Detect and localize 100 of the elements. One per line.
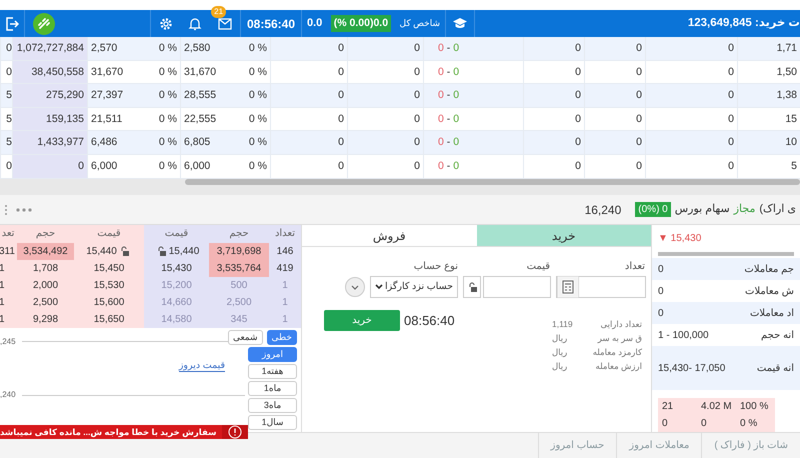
table-cell: 0 % (248, 42, 267, 54)
symbol-status: مجاز (734, 202, 756, 218)
order-count: 1 (0, 262, 5, 276)
more-icon[interactable] (16, 208, 32, 212)
table-cell: 27,397 (91, 89, 124, 102)
info-label: اد معاملات (750, 306, 794, 320)
mail-icon[interactable] (218, 18, 232, 30)
order-price: 15,440 (86, 244, 117, 259)
chart-type-button[interactable]: خطی (266, 330, 297, 345)
link-icon[interactable] (33, 12, 55, 34)
index-label: شاخص کل (400, 16, 440, 30)
table-cell: 0 (338, 42, 344, 54)
table-cell: 0 (636, 89, 642, 102)
table-cell: 0 (728, 42, 734, 54)
table-cell: 22,555 (184, 112, 216, 125)
range-button[interactable]: امروز (248, 346, 297, 362)
graduation-cap-icon[interactable] (452, 17, 468, 30)
clock-text: 08:56:40 (404, 312, 455, 330)
info-label: جم معاملات (744, 262, 794, 276)
table-cell: 0 (575, 112, 581, 125)
table-cell-text: 4.02 M (701, 400, 732, 414)
table-cell: 21,511 (91, 112, 122, 125)
account-type-select[interactable]: حساب نزد کارگزا (370, 276, 458, 298)
padlock-toggle[interactable] (463, 276, 481, 298)
chart-type-button[interactable]: شمعی (228, 330, 263, 345)
range-button[interactable]: 1ماه (248, 380, 297, 396)
change-badge: 0 (0%) (635, 202, 671, 217)
order-price: 15,530 (94, 278, 124, 293)
order-volume: 3,535,764 (216, 262, 262, 276)
settings-icon[interactable] (158, 16, 173, 30)
table-cell: 1,71 (776, 42, 797, 54)
table-cell: 6,000 (184, 160, 210, 172)
table-cell: 2,570 (91, 42, 118, 54)
padlock-icon[interactable] (468, 282, 476, 292)
order-volume: 2,500 (32, 296, 58, 310)
padlock-icon[interactable] (120, 246, 129, 256)
info-value: ریال (552, 346, 568, 360)
table-cell: 38,450,558 (31, 66, 84, 78)
padlock-icon[interactable] (156, 246, 166, 256)
table-cell: 0 % (248, 66, 267, 78)
table-cell: 0 (6, 66, 12, 78)
info-label: کارمزد معامله (592, 346, 642, 360)
table-cell: 0 % (248, 112, 267, 125)
table-cell: 6,805 (184, 136, 210, 148)
column-header: قیمت (164, 227, 188, 242)
change-cell: 0 - 0 (438, 160, 460, 172)
table-cell: 28,555 (184, 89, 216, 102)
table-cell: 0 % (158, 160, 177, 172)
notification-badge: 21 (211, 6, 226, 18)
quantity-input[interactable] (556, 276, 646, 298)
field-label: نوع حساب (414, 261, 458, 272)
table-cell: 0 (575, 42, 581, 54)
table-cell: 1,072,727,884 (16, 42, 84, 54)
table-cell: 1,433,977 (37, 136, 84, 148)
order-volume: 1,708 (32, 262, 58, 276)
order-count: 1 (0, 312, 5, 327)
logout-icon[interactable] (5, 16, 19, 30)
error-message: سفارش خرید با خطا مواجه ش... مانده کافی نمیباشد (0, 426, 218, 438)
bell-icon[interactable] (188, 16, 202, 30)
table-cell: 15 (785, 112, 797, 125)
range-button[interactable]: 1هفته (248, 364, 297, 379)
calculator-icon[interactable] (557, 276, 579, 298)
table-cell: 159,135 (46, 112, 84, 125)
market-name: سهام بورس (674, 202, 730, 218)
table-cell: 0 (414, 136, 420, 148)
order-price: 15,430 (161, 262, 192, 276)
chevron-down-icon[interactable] (345, 277, 365, 297)
table-cell: 0 (575, 89, 581, 102)
table-cell: 0 (414, 66, 420, 78)
table-cell: 10 (785, 136, 797, 148)
order-count: 419 (276, 262, 294, 276)
table-cell: 0 (338, 66, 344, 78)
info-value: 0 (658, 306, 664, 320)
range-button[interactable]: 3ماه (248, 398, 297, 413)
order-price: 15,200 (161, 278, 192, 293)
grip-icon[interactable] (4, 204, 8, 216)
range-button[interactable]: 1سال (248, 414, 297, 430)
table-cell: 0 % (158, 136, 177, 148)
table-cell-text: 0 (701, 417, 707, 431)
table-cell: 0 (575, 136, 581, 148)
info-value: 1 - 100,000 (658, 328, 709, 342)
table-cell: 5 (6, 89, 12, 102)
change-cell: 0 - 0 (438, 89, 460, 102)
order-price: 14,660 (161, 296, 192, 310)
field-label: قیمت (526, 260, 550, 273)
price-input[interactable] (483, 276, 551, 298)
order-volume: 2,500 (226, 296, 252, 310)
order-tab[interactable]: خرید (476, 225, 651, 247)
scrollbar-thumb[interactable] (185, 179, 800, 185)
clock-text: 08:56:40 (246, 16, 296, 32)
info-label: ش معاملات (745, 284, 794, 298)
column-header: تعد (2, 227, 14, 242)
table-cell-text: 0 (662, 417, 668, 431)
order-volume: 500 (230, 278, 248, 293)
index-value: 0.0 (307, 16, 322, 32)
table-cell: 0 (338, 160, 344, 172)
table-cell: 0 (728, 66, 734, 78)
axis-label: ,240 (0, 389, 16, 402)
table-cell: 1,38 (776, 89, 797, 102)
table-cell: 5 (6, 112, 12, 125)
